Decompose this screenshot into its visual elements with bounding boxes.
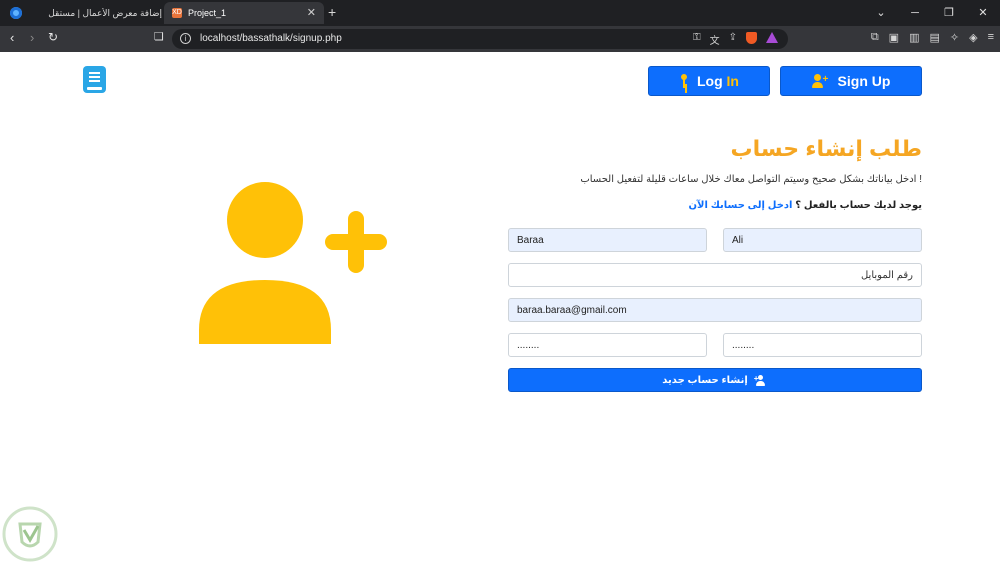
login-button[interactable]: Log In bbox=[648, 66, 770, 96]
add-user-illustration-icon bbox=[199, 182, 387, 344]
wallet-icon[interactable]: ▤ bbox=[929, 31, 939, 44]
url-text: localhost/bassathalk/signup.php bbox=[200, 33, 342, 44]
leo-ai-icon[interactable]: ✧ bbox=[950, 31, 959, 44]
login-label-accent: In bbox=[726, 73, 739, 89]
confirm-password-input[interactable] bbox=[723, 333, 922, 357]
have-account-text: يوجد لديك حساب بالفعل ؟ ادخل إلى حسابك ا… bbox=[689, 200, 922, 211]
login-label-word: Log bbox=[697, 73, 723, 89]
signup-label: Sign Up bbox=[837, 73, 891, 89]
password-input[interactable] bbox=[508, 333, 707, 357]
page-title: طلب إنشاء حساب bbox=[730, 136, 922, 161]
book-logo-icon[interactable] bbox=[83, 66, 106, 93]
tab-title: إضافة معرض الأعمال | مستقل bbox=[48, 7, 162, 18]
create-account-button[interactable]: + إنشاء حساب جديد bbox=[508, 368, 922, 392]
reload-icon[interactable]: ↻ bbox=[48, 30, 58, 44]
login-link[interactable]: ادخل إلى حسابك الآن bbox=[689, 200, 793, 211]
browser-right-tools: ⧉ ▣ ▥ ▤ ✧ ◈ ≡ bbox=[871, 31, 994, 44]
minimize-icon[interactable]: ─ bbox=[898, 0, 932, 26]
brave-shield-icon[interactable] bbox=[746, 32, 757, 44]
new-tab-icon[interactable]: + bbox=[328, 4, 336, 20]
site-info-icon[interactable]: i bbox=[180, 33, 191, 44]
create-account-label: إنشاء حساب جديد bbox=[662, 374, 748, 386]
screenshot-icon[interactable]: ▣ bbox=[889, 31, 899, 44]
login-label: Log In bbox=[697, 73, 739, 89]
user-plus-icon: + bbox=[811, 74, 830, 88]
tab-title: Project_1 bbox=[188, 8, 227, 18]
browser-tabbar: إضافة معرض الأعمال | مستقل XD Project_1 … bbox=[0, 0, 1000, 26]
window-controls: ⌄ ─ ❐ ✕ bbox=[864, 0, 1000, 26]
menu-icon[interactable]: ≡ bbox=[988, 31, 994, 44]
browser-logo-icon bbox=[10, 7, 22, 19]
tab-favicon-icon: XD bbox=[172, 8, 182, 18]
user-plus-icon: + bbox=[754, 374, 768, 386]
watermark-logo-icon bbox=[2, 506, 58, 562]
email-field[interactable] bbox=[508, 298, 922, 322]
key-icon bbox=[679, 74, 689, 88]
form-subtitle: ! ادخل بياناتك بشكل صحيح وسيتم التواصل م… bbox=[580, 174, 922, 185]
maximize-icon[interactable]: ❐ bbox=[932, 0, 966, 26]
browser-toolbar: ‹ › ↻ ❏ i localhost/bassathalk/signup.ph… bbox=[0, 26, 1000, 52]
have-account-question: يوجد لديك حساب بالفعل ؟ bbox=[795, 200, 922, 211]
tab-inactive[interactable]: إضافة معرض الأعمال | مستقل bbox=[40, 2, 162, 24]
tab-active[interactable]: XD Project_1 ✕ bbox=[164, 2, 324, 24]
bookmark-icon[interactable]: ❏ bbox=[154, 30, 164, 43]
first-name-input[interactable] bbox=[508, 228, 707, 252]
translate-icon[interactable]: 文 bbox=[710, 32, 720, 47]
last-name-input[interactable] bbox=[723, 228, 922, 252]
signup-button[interactable]: + Sign Up bbox=[780, 66, 922, 96]
window-close-icon[interactable]: ✕ bbox=[966, 0, 1000, 26]
tab-search-icon[interactable]: ⌄ bbox=[864, 0, 898, 26]
password-key-icon[interactable]: ⚿ bbox=[693, 32, 701, 47]
mobile-input[interactable] bbox=[508, 263, 922, 287]
vpn-icon[interactable]: ◈ bbox=[969, 31, 977, 44]
address-bar[interactable]: i localhost/bassathalk/signup.php ⚿ 文 ⇪ bbox=[172, 29, 788, 49]
share-icon[interactable]: ⇪ bbox=[729, 32, 737, 47]
extensions-icon[interactable]: ⧉ bbox=[871, 31, 879, 44]
back-icon[interactable]: ‹ bbox=[10, 30, 14, 45]
brave-rewards-icon[interactable] bbox=[766, 32, 778, 43]
url-tools: ⚿ 文 ⇪ bbox=[693, 32, 778, 47]
close-icon[interactable]: ✕ bbox=[307, 6, 316, 19]
sidebar-icon[interactable]: ▥ bbox=[909, 31, 919, 44]
forward-icon[interactable]: › bbox=[30, 30, 34, 45]
